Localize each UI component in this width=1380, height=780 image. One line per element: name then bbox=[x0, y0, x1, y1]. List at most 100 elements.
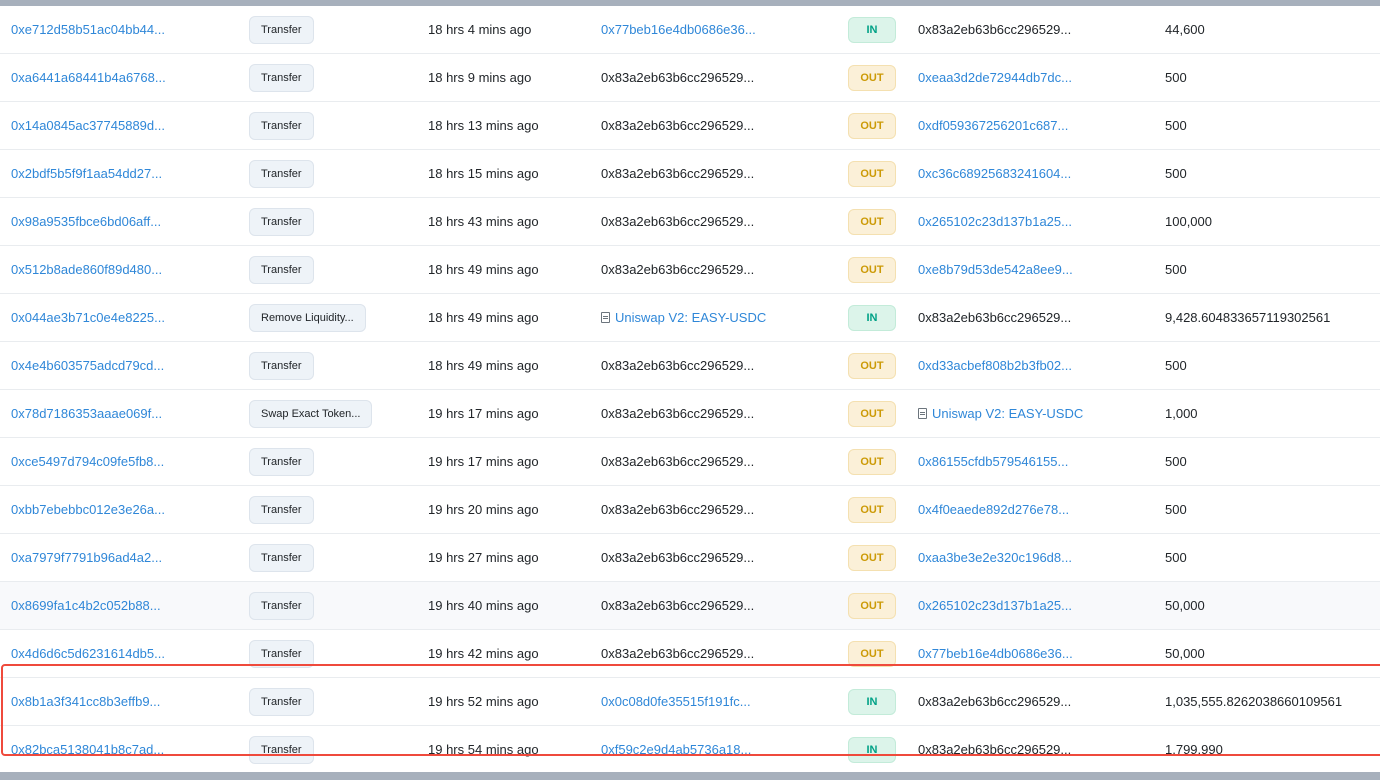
to-address[interactable]: 0x83a2eb63b6cc296529... bbox=[918, 294, 1153, 341]
to-address[interactable]: 0xaa3be3e2e320c196d8... bbox=[918, 534, 1153, 581]
to-address[interactable]: 0x4f0eaede892d276e78... bbox=[918, 486, 1153, 533]
from-address[interactable]: 0x83a2eb63b6cc296529... bbox=[601, 630, 836, 677]
txn-hash-link[interactable]: 0x512b8ade860f89d480... bbox=[11, 246, 236, 293]
quantity-value: 500 bbox=[1165, 502, 1187, 517]
txn-hash-link[interactable]: 0x8b1a3f341cc8b3effb9... bbox=[11, 678, 236, 725]
direction-cell: OUT bbox=[848, 54, 898, 101]
to-address[interactable]: 0x265102c23d137b1a25... bbox=[918, 198, 1153, 245]
method-badge[interactable]: Transfer bbox=[249, 351, 314, 380]
method-badge[interactable]: Transfer bbox=[249, 687, 314, 716]
to-address-text: 0x83a2eb63b6cc296529... bbox=[918, 742, 1072, 757]
table-row: 0xa6441a68441b4a6768... Transfer 18 hrs … bbox=[0, 54, 1380, 102]
to-address[interactable]: 0x83a2eb63b6cc296529... bbox=[918, 6, 1153, 53]
quantity-value: 100,000 bbox=[1165, 214, 1212, 229]
method-badge[interactable]: Transfer bbox=[249, 447, 314, 476]
method-cell: Transfer bbox=[249, 6, 419, 53]
contract-file-icon bbox=[601, 312, 610, 323]
from-address[interactable]: 0x83a2eb63b6cc296529... bbox=[601, 198, 836, 245]
from-address[interactable]: 0x83a2eb63b6cc296529... bbox=[601, 486, 836, 533]
quantity-value: 500 bbox=[1165, 262, 1187, 277]
to-address[interactable]: 0x83a2eb63b6cc296529... bbox=[918, 726, 1153, 772]
method-cell: Transfer bbox=[249, 534, 419, 581]
txn-hash-link[interactable]: 0x78d7186353aaae069f... bbox=[11, 390, 236, 437]
method-badge[interactable]: Transfer bbox=[249, 63, 314, 92]
method-badge[interactable]: Transfer bbox=[249, 735, 314, 764]
to-address[interactable]: Uniswap V2: EASY-USDC bbox=[918, 390, 1153, 437]
from-address-text: 0x77beb16e4db0686e36... bbox=[601, 22, 756, 37]
method-badge[interactable]: Transfer bbox=[249, 15, 314, 44]
method-badge[interactable]: Transfer bbox=[249, 639, 314, 668]
to-address-text: 0xe8b79d53de542a8ee9... bbox=[918, 262, 1073, 277]
method-badge[interactable]: Transfer bbox=[249, 591, 314, 620]
method-badge[interactable]: Swap Exact Token... bbox=[249, 399, 373, 428]
method-badge[interactable]: Transfer bbox=[249, 543, 314, 572]
txn-hash-link[interactable]: 0x82bca5138041b8c7ad... bbox=[11, 726, 236, 772]
from-address[interactable]: 0x77beb16e4db0686e36... bbox=[601, 6, 836, 53]
from-address[interactable]: 0x0c08d0fe35515f191fc... bbox=[601, 678, 836, 725]
method-cell: Transfer bbox=[249, 246, 419, 293]
method-cell: Transfer bbox=[249, 486, 419, 533]
age-cell: 19 hrs 40 mins ago bbox=[428, 598, 539, 613]
from-address[interactable]: 0x83a2eb63b6cc296529... bbox=[601, 390, 836, 437]
to-address[interactable]: 0xeaa3d2de72944db7dc... bbox=[918, 54, 1153, 101]
txn-hash-link[interactable]: 0x044ae3b71c0e4e8225... bbox=[11, 294, 236, 341]
to-address-text: 0x83a2eb63b6cc296529... bbox=[918, 310, 1072, 325]
from-address[interactable]: 0x83a2eb63b6cc296529... bbox=[601, 54, 836, 101]
txn-hash-link[interactable]: 0xce5497d794c09fe5fb8... bbox=[11, 438, 236, 485]
txn-hash-link[interactable]: 0xbb7ebebbc012e3e26a... bbox=[11, 486, 236, 533]
from-address[interactable]: 0xf59c2e9d4ab5736a18... bbox=[601, 726, 836, 772]
from-address-text: 0x83a2eb63b6cc296529... bbox=[601, 454, 755, 469]
txn-hash-link[interactable]: 0xa6441a68441b4a6768... bbox=[11, 54, 236, 101]
to-address-text: Uniswap V2: EASY-USDC bbox=[932, 406, 1084, 421]
from-address[interactable]: 0x83a2eb63b6cc296529... bbox=[601, 342, 836, 389]
txn-hash-link[interactable]: 0xe712d58b51ac04bb44... bbox=[11, 6, 236, 53]
method-badge[interactable]: Transfer bbox=[249, 255, 314, 284]
txn-hash-link[interactable]: 0x14a0845ac37745889d... bbox=[11, 102, 236, 149]
method-badge[interactable]: Transfer bbox=[249, 111, 314, 140]
method-badge[interactable]: Transfer bbox=[249, 495, 314, 524]
txn-hash-link[interactable]: 0x4e4b603575adcd79cd... bbox=[11, 342, 236, 389]
table-row: 0xbb7ebebbc012e3e26a... Transfer 19 hrs … bbox=[0, 486, 1380, 534]
direction-badge: OUT bbox=[848, 256, 896, 283]
quantity-value: 500 bbox=[1165, 118, 1187, 133]
txn-hash-link[interactable]: 0xa7979f7791b96ad4a2... bbox=[11, 534, 236, 581]
age-cell: 19 hrs 17 mins ago bbox=[428, 406, 539, 421]
to-address[interactable]: 0x83a2eb63b6cc296529... bbox=[918, 678, 1153, 725]
direction-badge: IN bbox=[848, 304, 896, 331]
from-address[interactable]: 0x83a2eb63b6cc296529... bbox=[601, 582, 836, 629]
to-address-text: 0x77beb16e4db0686e36... bbox=[918, 646, 1073, 661]
txn-hash-link[interactable]: 0x4d6d6c5d6231614db5... bbox=[11, 630, 236, 677]
method-cell: Transfer bbox=[249, 678, 419, 725]
method-badge[interactable]: Transfer bbox=[249, 159, 314, 188]
direction-badge: OUT bbox=[848, 112, 896, 139]
method-badge[interactable]: Transfer bbox=[249, 207, 314, 236]
from-address[interactable]: 0x83a2eb63b6cc296529... bbox=[601, 534, 836, 581]
to-address-text: 0x83a2eb63b6cc296529... bbox=[918, 22, 1072, 37]
to-address[interactable]: 0x77beb16e4db0686e36... bbox=[918, 630, 1153, 677]
txn-hash-link[interactable]: 0x98a9535fbce6bd06aff... bbox=[11, 198, 236, 245]
to-address[interactable]: 0xc36c68925683241604... bbox=[918, 150, 1153, 197]
quantity-value: 500 bbox=[1165, 358, 1187, 373]
direction-badge: OUT bbox=[848, 160, 896, 187]
to-address-text: 0x4f0eaede892d276e78... bbox=[918, 502, 1070, 517]
from-address[interactable]: 0x83a2eb63b6cc296529... bbox=[601, 150, 836, 197]
age-cell: 19 hrs 54 mins ago bbox=[428, 742, 539, 757]
table-row: 0x14a0845ac37745889d... Transfer 18 hrs … bbox=[0, 102, 1380, 150]
from-address[interactable]: 0x83a2eb63b6cc296529... bbox=[601, 438, 836, 485]
age-cell: 18 hrs 43 mins ago bbox=[428, 214, 539, 229]
txn-hash-link[interactable]: 0x2bdf5b5f9f1aa54dd27... bbox=[11, 150, 236, 197]
to-address[interactable]: 0xdf059367256201c687... bbox=[918, 102, 1153, 149]
from-address-text: 0x83a2eb63b6cc296529... bbox=[601, 550, 755, 565]
from-address[interactable]: 0x83a2eb63b6cc296529... bbox=[601, 102, 836, 149]
to-address[interactable]: 0x265102c23d137b1a25... bbox=[918, 582, 1153, 629]
direction-cell: OUT bbox=[848, 630, 898, 677]
from-address[interactable]: Uniswap V2: EASY-USDC bbox=[601, 294, 836, 341]
to-address[interactable]: 0x86155cfdb579546155... bbox=[918, 438, 1153, 485]
txn-hash-link[interactable]: 0x8699fa1c4b2c052b88... bbox=[11, 582, 236, 629]
from-address[interactable]: 0x83a2eb63b6cc296529... bbox=[601, 246, 836, 293]
quantity-value: 500 bbox=[1165, 70, 1187, 85]
to-address-text: 0xdf059367256201c687... bbox=[918, 118, 1069, 133]
to-address[interactable]: 0xe8b79d53de542a8ee9... bbox=[918, 246, 1153, 293]
to-address[interactable]: 0xd33acbef808b2b3fb02... bbox=[918, 342, 1153, 389]
method-badge[interactable]: Remove Liquidity... bbox=[249, 303, 366, 332]
